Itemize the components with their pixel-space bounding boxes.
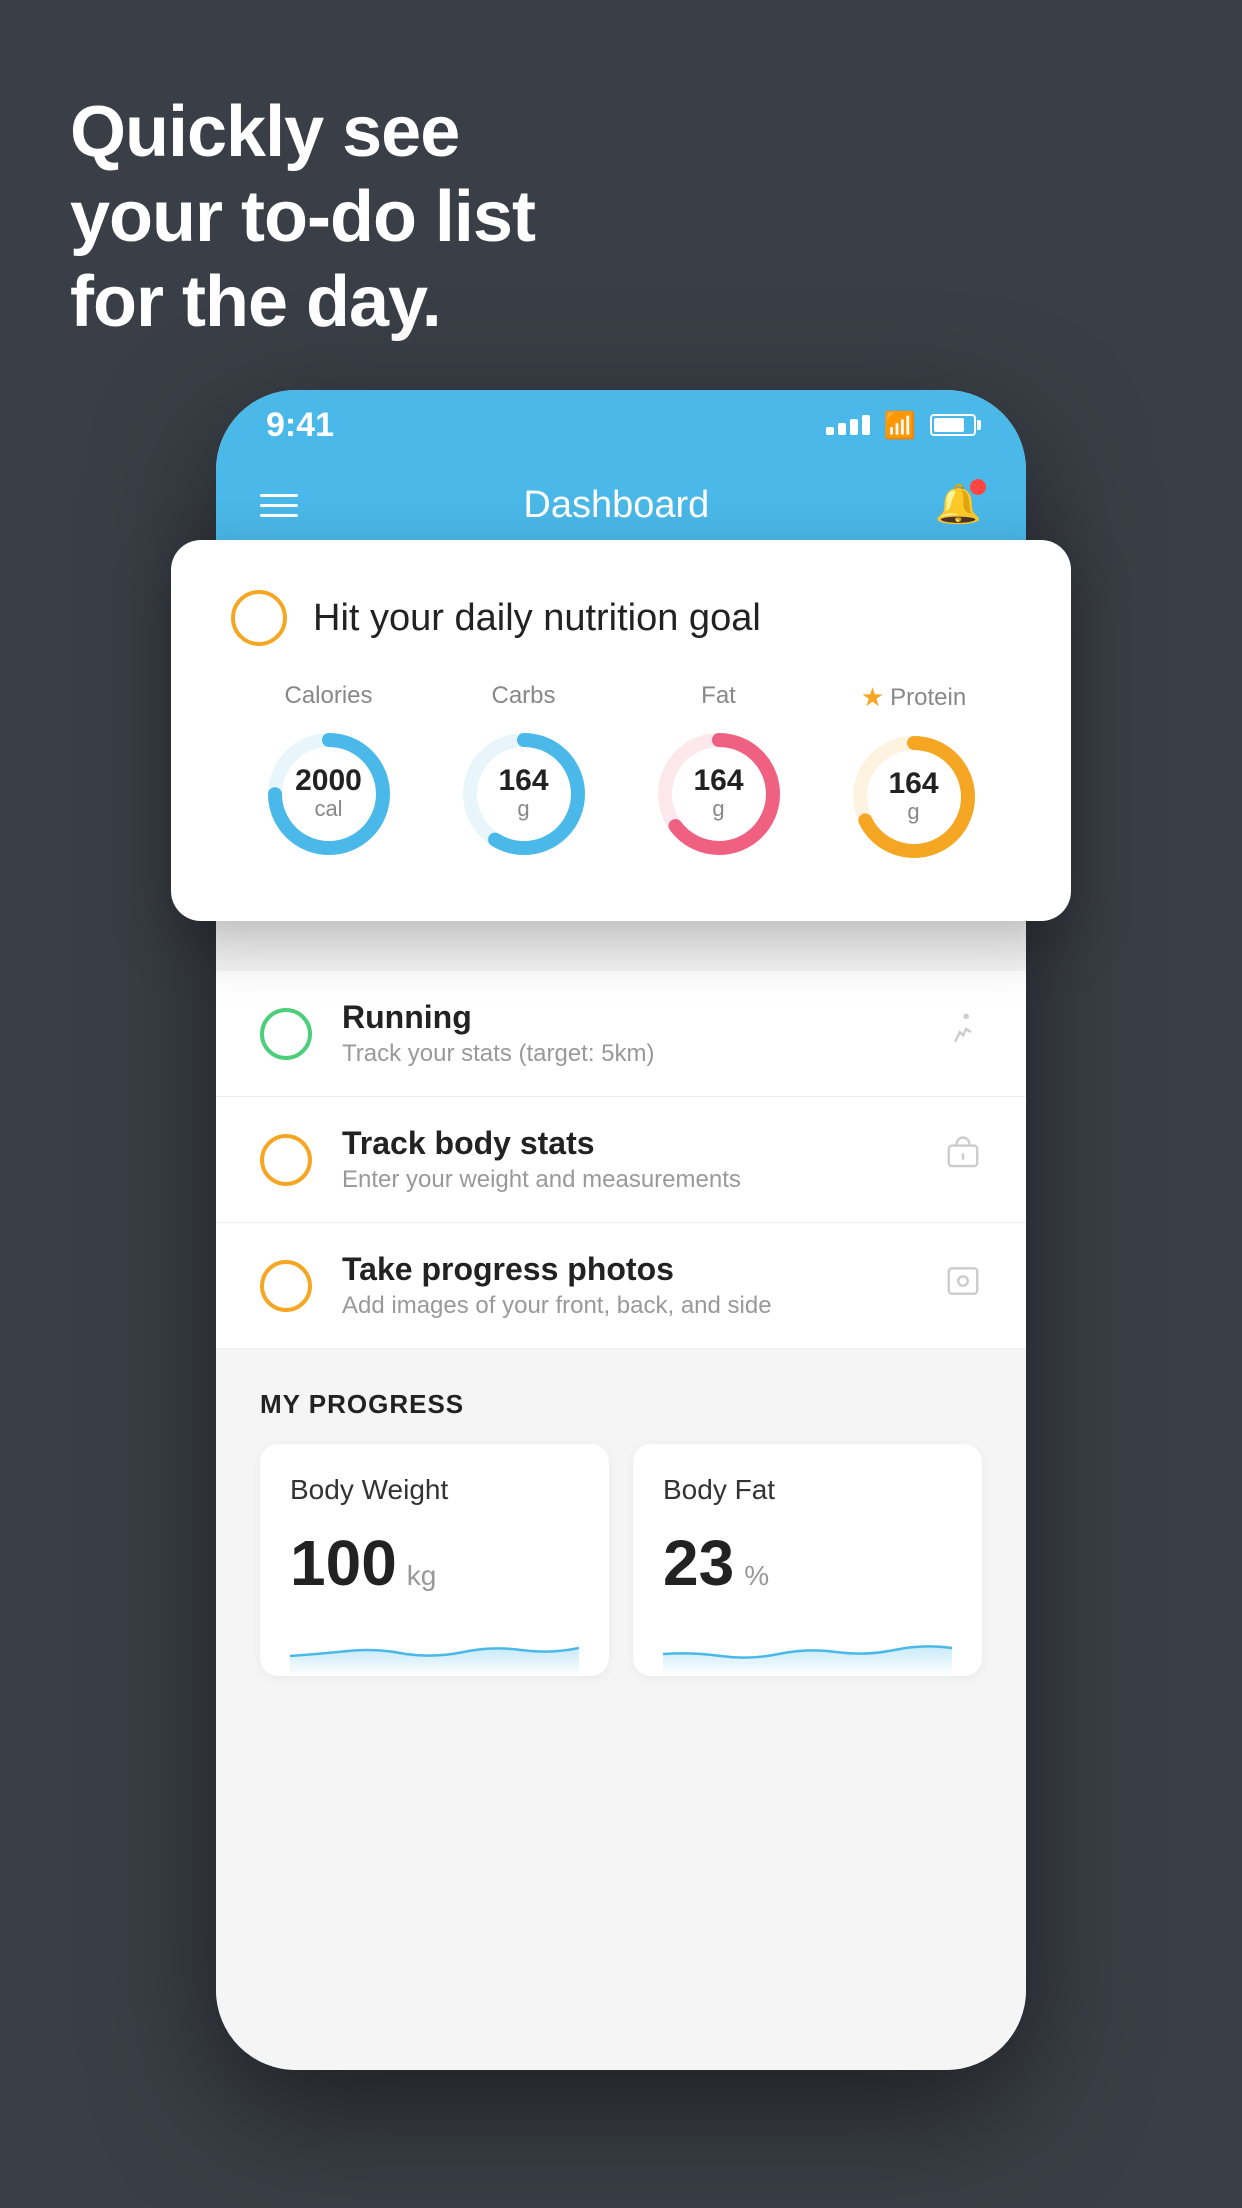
photo-icon [944, 1262, 982, 1310]
todo-item-title: Running [342, 999, 914, 1036]
todo-item-subtitle: Enter your weight and measurements [342, 1166, 914, 1194]
status-time: 9:41 [266, 406, 334, 445]
app-header: Dashboard 🔔 [216, 460, 1026, 550]
nutrition-item-carbs: Carbs 164 g [454, 682, 594, 864]
fat-value: 164 [693, 766, 743, 796]
protein-value: 164 [888, 769, 938, 799]
body-fat-value-row: 23 % [663, 1526, 952, 1600]
carbs-label: Carbs [491, 682, 555, 710]
todo-text: Take progress photos Add images of your … [342, 1251, 914, 1320]
todo-item-title: Take progress photos [342, 1251, 914, 1288]
carbs-unit: g [498, 796, 548, 822]
todo-check-circle[interactable] [260, 1008, 312, 1060]
nutrition-circles: Calories 2000 cal Carbs [231, 682, 1011, 867]
body-fat-card: Body Fat 23 % [633, 1444, 982, 1676]
bell-button[interactable]: 🔔 [935, 483, 982, 527]
hamburger-menu[interactable] [260, 494, 298, 517]
todo-item-subtitle: Track your stats (target: 5km) [342, 1040, 914, 1068]
list-item[interactable]: Running Track your stats (target: 5km) [216, 971, 1026, 1097]
protein-label-row: ★ Protein [861, 682, 966, 713]
floating-nutrition-card: Hit your daily nutrition goal Calories 2… [171, 540, 1071, 921]
nutrition-item-protein: ★ Protein 164 g [844, 682, 984, 867]
calories-label: Calories [284, 682, 372, 710]
body-weight-chart [290, 1616, 579, 1676]
carbs-value: 164 [498, 766, 548, 796]
body-fat-unit: % [744, 1560, 769, 1592]
todo-check-circle[interactable] [260, 1134, 312, 1186]
star-icon: ★ [861, 682, 884, 713]
nutrition-card-title-row: Hit your daily nutrition goal [231, 590, 1011, 646]
body-fat-chart [663, 1616, 952, 1676]
nutrition-check-circle[interactable] [231, 590, 287, 646]
signal-icon [826, 415, 870, 435]
carbs-donut: 164 g [454, 724, 594, 864]
hero-text: Quickly see your to-do list for the day. [70, 90, 535, 345]
body-fat-title: Body Fat [663, 1474, 952, 1506]
body-weight-value-row: 100 kg [290, 1526, 579, 1600]
wifi-icon: 📶 [884, 410, 916, 441]
progress-section: MY PROGRESS Body Weight 100 kg [216, 1349, 1026, 1696]
nutrition-item-fat: Fat 164 g [649, 682, 789, 864]
todo-list: Running Track your stats (target: 5km) [216, 971, 1026, 1349]
nutrition-card-title: Hit your daily nutrition goal [313, 597, 761, 640]
todo-text: Track body stats Enter your weight and m… [342, 1125, 914, 1194]
todo-item-subtitle: Add images of your front, back, and side [342, 1292, 914, 1320]
body-weight-unit: kg [407, 1560, 437, 1592]
fat-label: Fat [701, 682, 736, 710]
calories-value: 2000 [295, 766, 362, 796]
list-item[interactable]: Take progress photos Add images of your … [216, 1223, 1026, 1349]
body-weight-title: Body Weight [290, 1474, 579, 1506]
hero-line2: your to-do list [70, 175, 535, 260]
body-weight-value: 100 [290, 1526, 397, 1600]
app-title: Dashboard [523, 484, 709, 527]
protein-donut: 164 g [844, 727, 984, 867]
calories-donut: 2000 cal [259, 724, 399, 864]
hero-line1: Quickly see [70, 90, 535, 175]
protein-label: Protein [890, 684, 966, 712]
todo-item-title: Track body stats [342, 1125, 914, 1162]
scale-icon [944, 1136, 982, 1184]
nutrition-item-calories: Calories 2000 cal [259, 682, 399, 864]
body-weight-card: Body Weight 100 kg [260, 1444, 609, 1676]
hero-line3: for the day. [70, 260, 535, 345]
status-bar: 9:41 📶 [216, 390, 1026, 460]
running-icon [944, 1010, 982, 1058]
battery-icon [930, 414, 976, 436]
todo-text: Running Track your stats (target: 5km) [342, 999, 914, 1068]
status-icons: 📶 [826, 410, 976, 441]
list-item[interactable]: Track body stats Enter your weight and m… [216, 1097, 1026, 1223]
body-fat-value: 23 [663, 1526, 734, 1600]
notification-dot [970, 479, 986, 495]
progress-cards: Body Weight 100 kg [260, 1444, 982, 1676]
fat-unit: g [693, 796, 743, 822]
calories-unit: cal [295, 796, 362, 822]
progress-section-title: MY PROGRESS [260, 1389, 982, 1420]
fat-donut: 164 g [649, 724, 789, 864]
todo-check-circle[interactable] [260, 1260, 312, 1312]
protein-unit: g [888, 799, 938, 825]
